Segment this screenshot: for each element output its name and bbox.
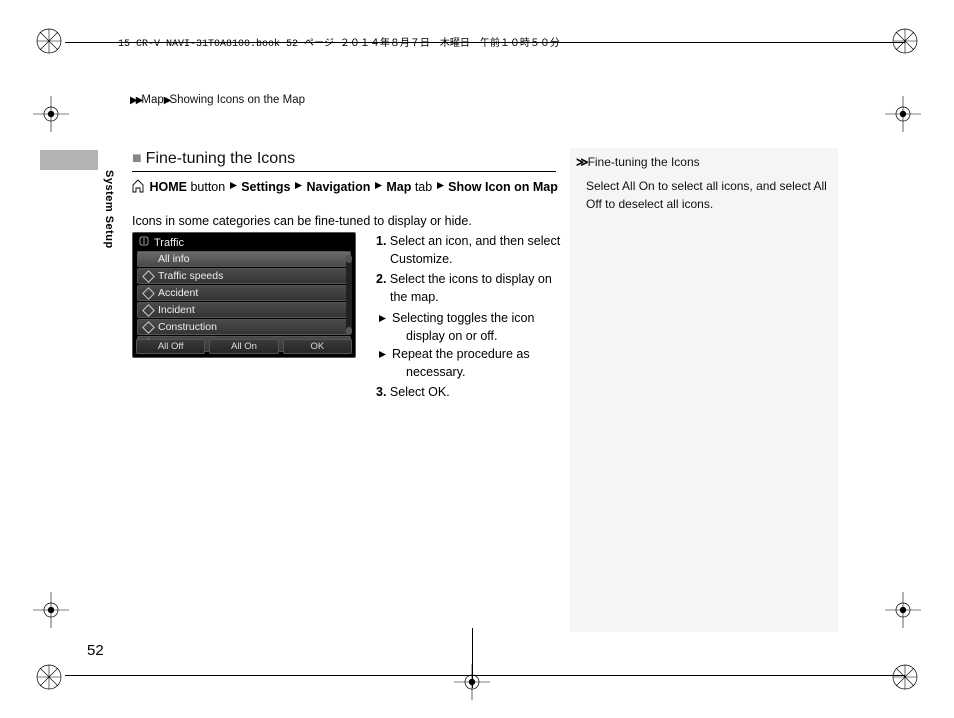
register-target-icon [33, 96, 69, 132]
list-item: Incident [137, 302, 351, 318]
breadcrumb: ▶▶Map▶Showing Icons on the Map [130, 94, 305, 106]
steps: 1. Select an icon, and then select Custo… [362, 232, 562, 403]
register-target-icon [33, 592, 69, 628]
breadcrumb-b: Showing Icons on the Map [169, 94, 305, 106]
list-item: Construction [137, 319, 351, 335]
register-target-icon [885, 592, 921, 628]
crop-mark-icon [892, 664, 918, 690]
section-tab [40, 150, 98, 170]
scrollbar [346, 255, 352, 335]
breadcrumb-a: Map [141, 94, 163, 106]
section-label: System Setup [103, 170, 115, 249]
screen-preview: Traffic All info Traffic speeds Accident… [132, 232, 356, 358]
all-off-button: All Off [136, 339, 205, 354]
chevron-right-icon: ≫ [576, 155, 586, 169]
page-heading: ■Fine-tuning the Icons [132, 150, 556, 172]
ok-button: OK [283, 339, 352, 354]
traffic-icon [139, 236, 149, 249]
file-stamp: 15 CR-V NAVI-31T0A8100.book 52 ページ ２０１４年… [118, 34, 560, 50]
crop-mark-icon [892, 28, 918, 54]
list-item: All info [137, 251, 351, 267]
arrow-right-icon [229, 179, 238, 193]
arrow-right-icon [436, 179, 445, 193]
sidebar-background [570, 148, 838, 632]
list-item: Traffic speeds [137, 268, 351, 284]
home-icon [132, 179, 144, 196]
preview-title: Traffic [154, 237, 184, 249]
intro-text: Icons in some categories can be fine-tun… [132, 214, 562, 228]
crop-mark-icon [36, 664, 62, 690]
list-item: Accident [137, 285, 351, 301]
arrow-right-icon [294, 179, 303, 193]
register-target-icon [885, 96, 921, 132]
sidebar-note: ≫Fine-tuning the Icons Select All On to … [576, 153, 836, 213]
arrow-right-icon [374, 179, 383, 193]
page-number: 52 [87, 642, 104, 659]
nav-path: HOME button Settings Navigation Map tab … [132, 179, 562, 196]
crop-mark-icon [36, 28, 62, 54]
all-on-button: All On [209, 339, 278, 354]
